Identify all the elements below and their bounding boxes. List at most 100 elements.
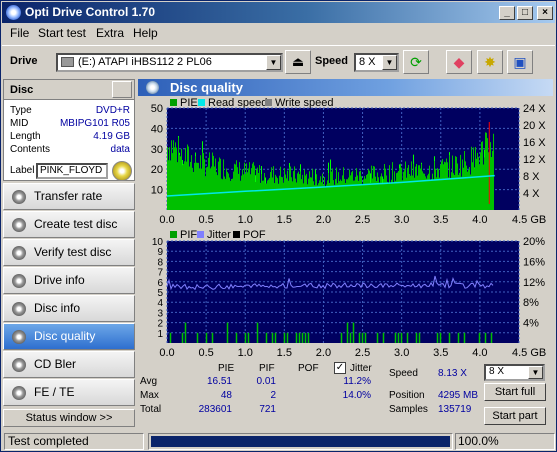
disc-icon [12,302,26,316]
menu-extra[interactable]: Extra [96,26,124,40]
stats-panel: PIE PIF POF ✓ Jitter Avg 16.51 0.01 11.2… [138,361,553,427]
nav-label: Create test disc [34,217,118,231]
x-tick-label: 4.5 GB [512,347,546,357]
drive-icon [61,57,74,67]
disc-icon [12,358,26,372]
disc-icon [146,81,159,94]
disc-header-button[interactable] [112,81,132,98]
stats-max-pie: 48 [220,390,232,401]
speed-label: Speed [315,55,349,67]
nav-disc-quality[interactable]: Disc quality [3,323,135,350]
chevron-down-icon[interactable]: ▼ [266,55,281,70]
x-tick-label: 0.0 [159,347,174,357]
x-tick-label: 1.5 [277,214,292,226]
app-disc-icon [6,5,21,20]
legend-swatch-pof [233,231,240,238]
x-tick-label: 4.0 [472,214,487,226]
nav-drive-info[interactable]: Drive info [3,267,135,294]
nav-disc-info[interactable]: Disc info [3,295,135,322]
refresh-button[interactable]: ⟳ [403,50,429,74]
maximize-button[interactable]: □ [517,6,533,20]
menu-file[interactable]: File [10,26,29,40]
legend-swatch-write [265,99,272,106]
window-title: Opti Drive Control 1.70 [25,5,156,19]
y-right-tick-label: 24 X [523,103,546,115]
nav-label: FE / TE [34,385,75,399]
menu-help[interactable]: Help [133,26,158,40]
disc-quality-panel: Disc quality PIE Read speed Write speed … [138,79,553,427]
stats-header-jitter: Jitter [350,363,372,374]
nav-cd-bler[interactable]: CD Bler [3,351,135,378]
x-tick-label: 0.0 [159,214,174,226]
legend: PIE Read speed Write speed [170,97,334,109]
status-window-button[interactable]: Status window >> [3,409,135,427]
settings-button[interactable]: ✸ [477,50,503,74]
legend-pie: PIE [180,97,198,109]
nav-verify-test-disc[interactable]: Verify test disc [3,239,135,266]
x-tick-label: 3.0 [394,347,409,357]
panel-title: Disc quality [170,80,243,95]
label-input[interactable]: PINK_FLOYD [36,163,108,179]
y-right-tick-label: 4 X [523,188,540,200]
eject-button[interactable]: ⏏ [285,50,311,74]
progress-percent: 100.0% [455,433,555,450]
menu-start-test[interactable]: Start test [38,26,86,40]
pie-chart: PIE Read speed Write speed 0.0 0.5 1.0 1.5 2… [151,97,547,226]
chevron-down-icon[interactable]: ▼ [528,366,543,379]
progress-fill [151,436,450,447]
legend-read-speed: Read speed [208,97,267,109]
disc-value: DVD+R [95,105,130,116]
title-bar[interactable]: Opti Drive Control 1.70 _ □ × [2,2,555,23]
drive-select[interactable]: (E:) ATAPI iHBS112 2 PL06 ▼ [56,53,283,72]
nav-transfer-rate[interactable]: Transfer rate [3,183,135,210]
start-full-button[interactable]: Start full [484,383,546,401]
position-value: 4295 MB [438,390,479,401]
nav-create-test-disc[interactable]: Create test disc [3,211,135,238]
disc-icon [12,218,26,232]
stats-header-pie: PIE [218,363,235,374]
speed-select[interactable]: 8 X ▼ [354,53,399,72]
x-tick-label: 3.5 [433,214,448,226]
nav-fe-te[interactable]: FE / TE [3,379,135,406]
minimize-button[interactable]: _ [499,6,515,20]
y-right-tick-label: 8 X [523,171,540,183]
progress-bar [148,433,453,450]
stats-avg-jitter: 11.2% [343,376,371,387]
legend-swatch-pif [170,231,177,238]
y-tick-label: 20 [151,164,163,176]
jitter-checkbox[interactable]: ✓ [334,362,346,374]
disc-label-icon[interactable] [112,161,132,181]
disc-key: MID [10,118,29,129]
y-right-tick-label: 12 X [523,154,546,166]
nav-label: Drive info [34,273,85,287]
legend-swatch-read [198,99,205,106]
y-tick-label: 10 [151,185,163,197]
disc-icon [12,330,26,344]
samples-label: Samples [389,404,428,415]
speed-stat-value: 8.13 X [438,368,467,379]
disc-key: Contents [10,144,51,155]
start-part-button[interactable]: Start part [484,407,546,425]
erase-button[interactable]: ◆ [446,50,472,74]
stats-header-pof: POF [298,363,319,374]
disc-header-label: Disc [10,84,34,96]
nav-label: Transfer rate [34,189,103,203]
y-right-tick-label: 12% [523,277,545,289]
save-button[interactable]: ▣ [507,50,533,74]
x-tick-label: 0.5 [198,347,213,357]
y-tick-label: 30 [151,144,163,156]
legend-pif: PIF [180,229,197,241]
test-speed-select[interactable]: 8 X ▼ [484,364,545,381]
samples-value: 135719 [438,404,472,415]
close-button[interactable]: × [537,6,553,20]
test-speed-value: 8 X [489,366,505,377]
legend-write-speed: Write speed [275,97,334,109]
y-right-tick-label: 16 X [523,137,546,149]
app-window: Opti Drive Control 1.70 _ □ × File Start… [0,0,557,452]
stats-avg-label: Avg [140,376,158,387]
chevron-down-icon[interactable]: ▼ [382,55,397,70]
y-right-tick-label: 8% [523,297,539,309]
disc-key: Type [10,105,32,116]
disc-value: data [110,144,130,155]
x-tick-label: 2.5 [355,214,370,226]
